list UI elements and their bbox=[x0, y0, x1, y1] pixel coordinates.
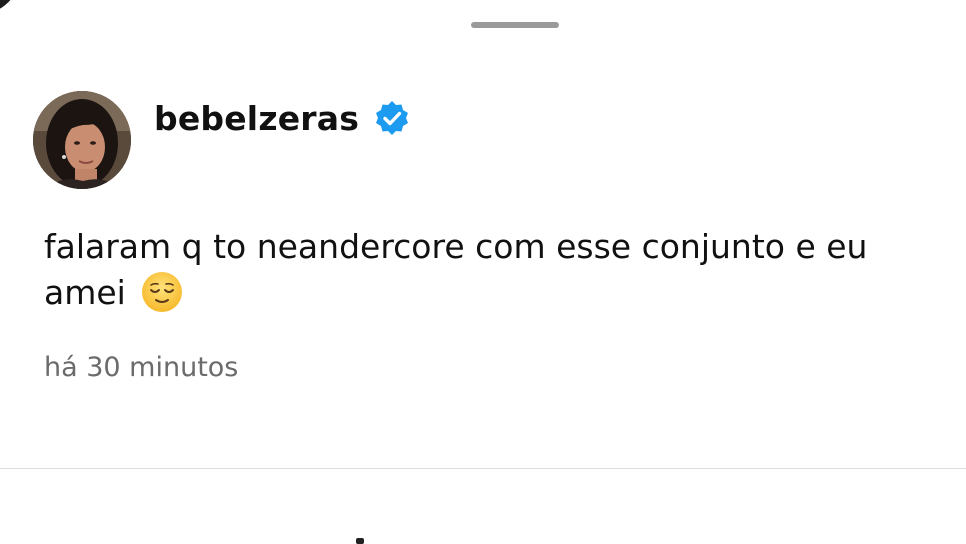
verified-badge-icon bbox=[373, 99, 411, 137]
post-timestamp: há 30 minutos bbox=[44, 352, 239, 383]
action-icon-fragment bbox=[356, 538, 364, 544]
sheet-corner bbox=[0, 0, 20, 14]
avatar[interactable] bbox=[33, 91, 131, 189]
divider bbox=[0, 468, 966, 469]
post-author: bebelzeras bbox=[154, 96, 411, 140]
username[interactable]: bebelzeras bbox=[154, 99, 359, 138]
avatar-photo bbox=[33, 91, 131, 189]
post-detail-sheet: bebelzeras falaram q to neandercore com … bbox=[0, 0, 966, 544]
post-text: falaram q to neandercore com esse conjun… bbox=[44, 224, 954, 316]
drag-handle[interactable] bbox=[471, 22, 559, 28]
relieved-face-emoji bbox=[140, 270, 184, 314]
